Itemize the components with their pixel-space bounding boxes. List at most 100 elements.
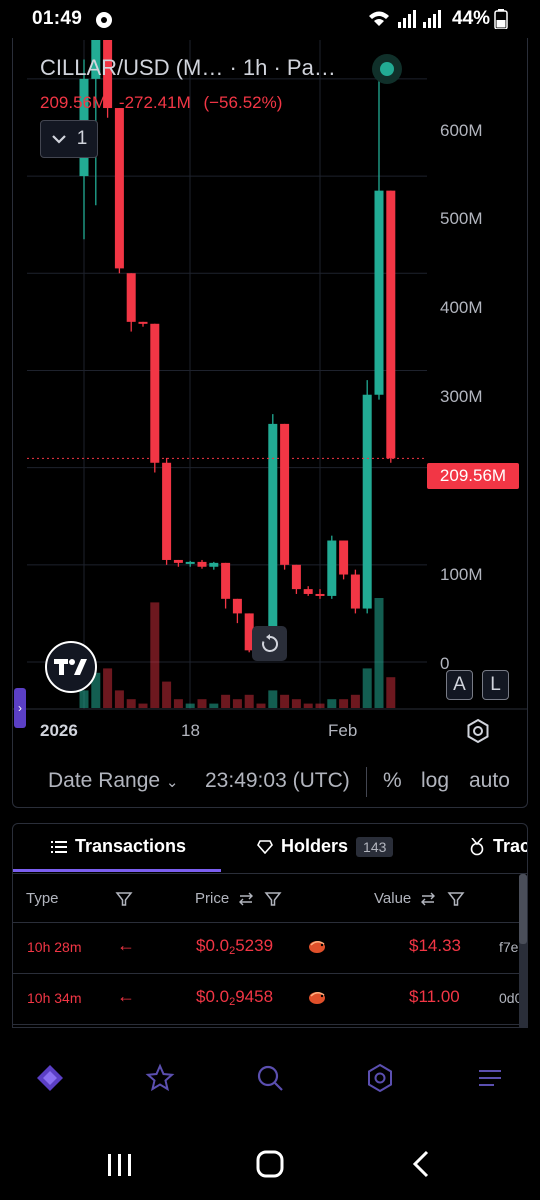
x-axis-label: 18 xyxy=(181,721,200,740)
candle-body[interactable] xyxy=(232,598,242,614)
volume-bar xyxy=(256,703,266,708)
candle-body[interactable] xyxy=(150,323,160,463)
tab-traders[interactable]: Trac xyxy=(469,836,527,857)
x-axis-label: 2026 xyxy=(40,721,78,740)
price-change-pct: (−56.52%) xyxy=(203,93,283,112)
candle-body[interactable] xyxy=(339,540,349,575)
current-price-tag: 209.56M xyxy=(427,463,519,489)
volume-bar xyxy=(327,699,337,708)
menu-icon[interactable] xyxy=(474,1062,506,1094)
utc-time[interactable]: 23:49:03 (UTC) xyxy=(205,769,350,793)
tab-label: Holders xyxy=(281,836,349,856)
filter-icon[interactable] xyxy=(115,890,133,908)
active-tab-indicator xyxy=(13,869,221,872)
tx-price: $0.029458 xyxy=(196,987,274,1008)
chart-stats: 209.56M -272.41M (−56.52%) xyxy=(40,93,290,113)
header-type: Type xyxy=(26,890,59,907)
volume-bar xyxy=(173,699,183,708)
percent-toggle[interactable]: % xyxy=(383,769,402,793)
reset-chart-button[interactable] xyxy=(252,626,287,661)
auto-toggle[interactable]: auto xyxy=(469,769,510,793)
tx-age: 10h 34m xyxy=(27,990,82,1006)
swap-icon[interactable] xyxy=(237,890,255,908)
volume-bar xyxy=(232,699,242,708)
y-axis-label: 400M xyxy=(440,298,483,317)
candle-body[interactable] xyxy=(280,423,290,565)
live-status-dot[interactable] xyxy=(372,54,402,84)
home-icon[interactable] xyxy=(34,1062,66,1094)
tx-maker[interactable]: f7e xyxy=(499,939,518,955)
auto-scale-button[interactable]: A xyxy=(446,670,473,700)
candle-body[interactable] xyxy=(386,190,396,459)
star-icon[interactable] xyxy=(144,1062,176,1094)
list-icon xyxy=(51,840,67,853)
tx-value: $14.33 xyxy=(409,936,461,955)
volume-bar xyxy=(114,690,124,708)
chart-settings-icon[interactable] xyxy=(463,716,493,746)
candle-body[interactable] xyxy=(162,462,172,560)
price-change: -272.41M xyxy=(118,93,191,112)
sell-arrow-icon: ← xyxy=(117,986,135,1006)
volume-bar xyxy=(185,703,195,708)
volume-bar xyxy=(150,602,160,708)
tab-label: Transactions xyxy=(75,836,187,856)
swap-icon[interactable] xyxy=(419,890,437,908)
tab-holders[interactable]: Holders 143 xyxy=(257,836,394,857)
volume-bar xyxy=(103,668,113,708)
sell-arrow-icon: ← xyxy=(117,935,135,955)
tradingview-logo[interactable] xyxy=(45,641,97,693)
side-panel-handle[interactable]: › xyxy=(14,688,26,728)
volume-bar xyxy=(291,699,301,708)
candle-body[interactable] xyxy=(362,394,372,609)
table-row[interactable]: 10h 28m ← $0.025239 $14.33 f7e xyxy=(13,923,527,974)
shrimp-icon xyxy=(309,992,325,1004)
bottom-nav xyxy=(0,1050,540,1106)
last-price: 209.56M xyxy=(40,93,107,112)
recents-icon[interactable] xyxy=(100,1148,140,1182)
candle-body[interactable] xyxy=(374,190,384,395)
candle-body[interactable] xyxy=(291,564,301,590)
log-scale-button[interactable]: L xyxy=(482,670,509,700)
candle-body[interactable] xyxy=(221,562,231,599)
scroll-thumb[interactable] xyxy=(519,874,527,944)
candle-body[interactable] xyxy=(197,561,207,567)
explore-icon[interactable] xyxy=(364,1062,396,1094)
candle-body[interactable] xyxy=(209,562,219,567)
home-button-icon[interactable] xyxy=(250,1148,290,1182)
table-scrollbar[interactable] xyxy=(519,874,527,1027)
tx-age: 10h 28m xyxy=(27,939,82,955)
filter-icon[interactable] xyxy=(447,890,465,908)
volume-bar xyxy=(339,699,349,708)
candle-body[interactable] xyxy=(327,540,337,596)
back-icon[interactable] xyxy=(402,1148,442,1182)
tab-transactions[interactable]: Transactions xyxy=(51,836,186,857)
x-axis-label: Feb xyxy=(328,721,358,740)
candle-body[interactable] xyxy=(173,559,183,563)
toolbar-divider xyxy=(366,767,367,797)
volume-bar xyxy=(79,690,89,708)
volume-bar xyxy=(138,703,148,708)
log-toggle[interactable]: log xyxy=(421,769,449,793)
filter-icon[interactable] xyxy=(264,890,282,908)
candle-body[interactable] xyxy=(350,574,360,609)
date-range-button[interactable]: Date Range ⌄ xyxy=(48,769,179,793)
candle-body[interactable] xyxy=(303,589,313,594)
candle-body[interactable] xyxy=(126,273,136,322)
shrimp-icon xyxy=(309,941,325,953)
volume-bar xyxy=(386,677,396,708)
y-axis-label: 500M xyxy=(440,209,483,228)
volume-bar xyxy=(350,694,360,708)
candle-body[interactable] xyxy=(114,108,124,269)
collapse-indicators-button[interactable]: 1 xyxy=(40,120,98,158)
candle-body[interactable] xyxy=(315,593,325,596)
candle-body[interactable] xyxy=(185,561,195,564)
table-row[interactable]: 10h 34m ← $0.029458 $11.00 0d0 xyxy=(13,974,527,1025)
medal-icon xyxy=(470,837,484,855)
header-price: Price xyxy=(195,890,230,907)
volume-bar xyxy=(197,699,207,708)
y-axis-label: 600M xyxy=(440,121,483,140)
search-icon[interactable] xyxy=(254,1062,286,1094)
volume-bar xyxy=(315,703,325,708)
volume-bar xyxy=(244,694,254,708)
candle-body[interactable] xyxy=(138,321,148,324)
